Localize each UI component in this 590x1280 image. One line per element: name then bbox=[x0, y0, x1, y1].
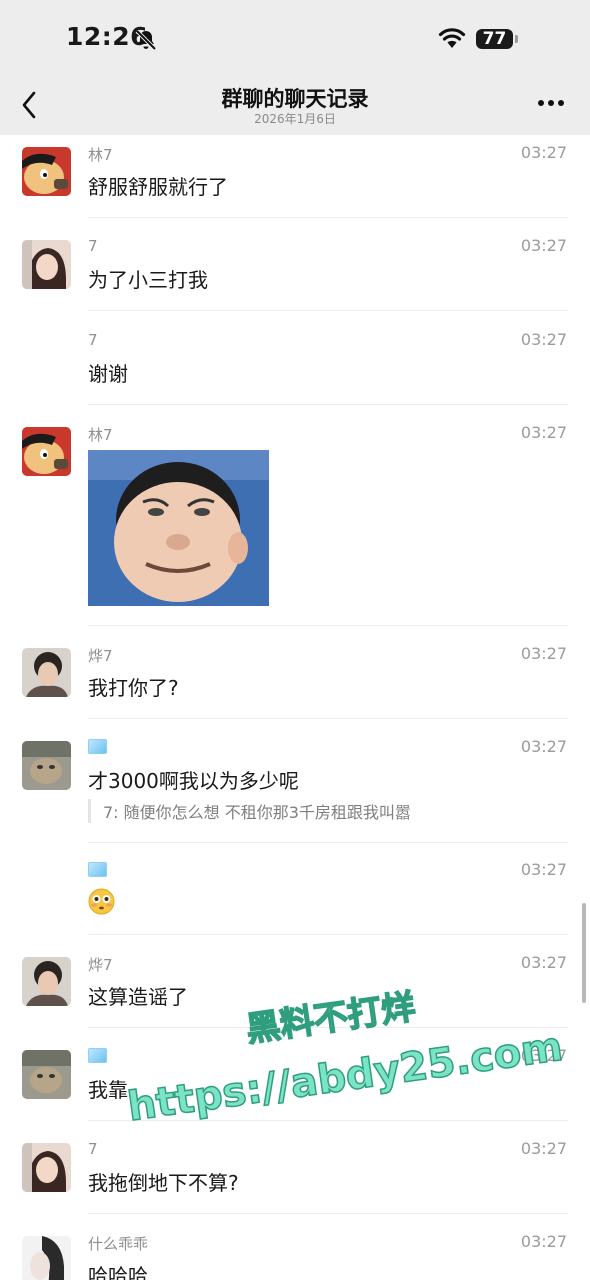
message-time: 03:27 bbox=[520, 143, 567, 162]
divider bbox=[88, 718, 568, 719]
page-subtitle-date: 2026年1月6日 bbox=[254, 112, 336, 126]
status-bar: 12:26 77 bbox=[0, 0, 590, 78]
sender-name-ice bbox=[88, 862, 107, 881]
message-time: 03:27 bbox=[520, 236, 567, 255]
message-text: 我打你了? bbox=[88, 676, 179, 700]
message-text: 我靠 bbox=[88, 1078, 128, 1102]
message-text: 哈哈哈 bbox=[88, 1264, 148, 1280]
message-time: 03:27 bbox=[520, 953, 567, 972]
sender-name: 烨7 bbox=[88, 956, 113, 974]
message-text: 才3000啊我以为多少呢 bbox=[88, 769, 299, 793]
message-text: 为了小三打我 bbox=[88, 268, 208, 292]
sender-name: 林7 bbox=[88, 146, 113, 164]
chat-history-list[interactable]: 林7 03:27 舒服舒服就行了 7 03:27 为了小三打我 7 03:27 … bbox=[0, 135, 590, 1280]
message-text: 我拖倒地下不算? bbox=[88, 1171, 239, 1195]
sender-name-ice bbox=[88, 1048, 107, 1067]
sticker-image[interactable] bbox=[88, 450, 269, 606]
divider bbox=[88, 1120, 568, 1121]
message-time: 03:27 bbox=[520, 1046, 567, 1065]
message-time: 03:27 bbox=[520, 737, 567, 756]
sender-name: 烨7 bbox=[88, 647, 113, 665]
avatar[interactable] bbox=[22, 147, 71, 196]
avatar[interactable] bbox=[22, 741, 71, 790]
message-time: 03:27 bbox=[520, 423, 567, 442]
divider bbox=[88, 1213, 568, 1214]
divider bbox=[88, 310, 568, 311]
avatar[interactable] bbox=[22, 1143, 71, 1192]
page-title: 群聊的聊天记录 bbox=[221, 87, 369, 111]
divider bbox=[88, 217, 568, 218]
sender-name: 什么乖乖 bbox=[88, 1235, 149, 1253]
scrollbar[interactable] bbox=[582, 903, 586, 1003]
message-time: 03:27 bbox=[520, 860, 567, 879]
avatar[interactable] bbox=[22, 1236, 71, 1280]
ice-cube-icon bbox=[88, 1048, 107, 1063]
divider bbox=[88, 842, 568, 843]
battery-indicator: 77 bbox=[476, 29, 513, 49]
more-options-icon[interactable] bbox=[538, 100, 566, 108]
sender-name: 7 bbox=[88, 237, 98, 255]
avatar[interactable] bbox=[22, 648, 71, 697]
message-time: 03:27 bbox=[520, 330, 567, 349]
message-time: 03:27 bbox=[520, 1139, 567, 1158]
message-text: 谢谢 bbox=[88, 362, 128, 386]
divider bbox=[88, 1027, 568, 1028]
ice-cube-icon bbox=[88, 739, 107, 754]
nav-bar: 群聊的聊天记录 2026年1月6日 bbox=[0, 78, 590, 135]
message-time: 03:27 bbox=[520, 644, 567, 663]
sender-name: 林7 bbox=[88, 426, 113, 444]
ice-cube-icon bbox=[88, 862, 107, 877]
avatar[interactable] bbox=[22, 427, 71, 476]
avatar[interactable] bbox=[22, 957, 71, 1006]
bell-muted-icon bbox=[135, 29, 157, 51]
wifi-icon bbox=[438, 28, 466, 48]
avatar[interactable] bbox=[22, 1050, 71, 1099]
sender-name-ice bbox=[88, 739, 107, 758]
divider bbox=[88, 934, 568, 935]
message-text: 这算造谣了 bbox=[88, 985, 188, 1009]
message-time: 03:27 bbox=[520, 1232, 567, 1251]
divider bbox=[88, 404, 568, 405]
flushed-face-emoji-icon bbox=[88, 888, 115, 915]
sender-name: 7 bbox=[88, 331, 98, 349]
sender-name: 7 bbox=[88, 1140, 98, 1158]
quoted-message[interactable]: 7: 随便你怎么想 不租你那3千房租跟我叫嚣 bbox=[88, 799, 411, 823]
message-text: 舒服舒服就行了 bbox=[88, 175, 228, 199]
battery-cap bbox=[515, 35, 518, 43]
avatar[interactable] bbox=[22, 240, 71, 289]
divider bbox=[88, 625, 568, 626]
